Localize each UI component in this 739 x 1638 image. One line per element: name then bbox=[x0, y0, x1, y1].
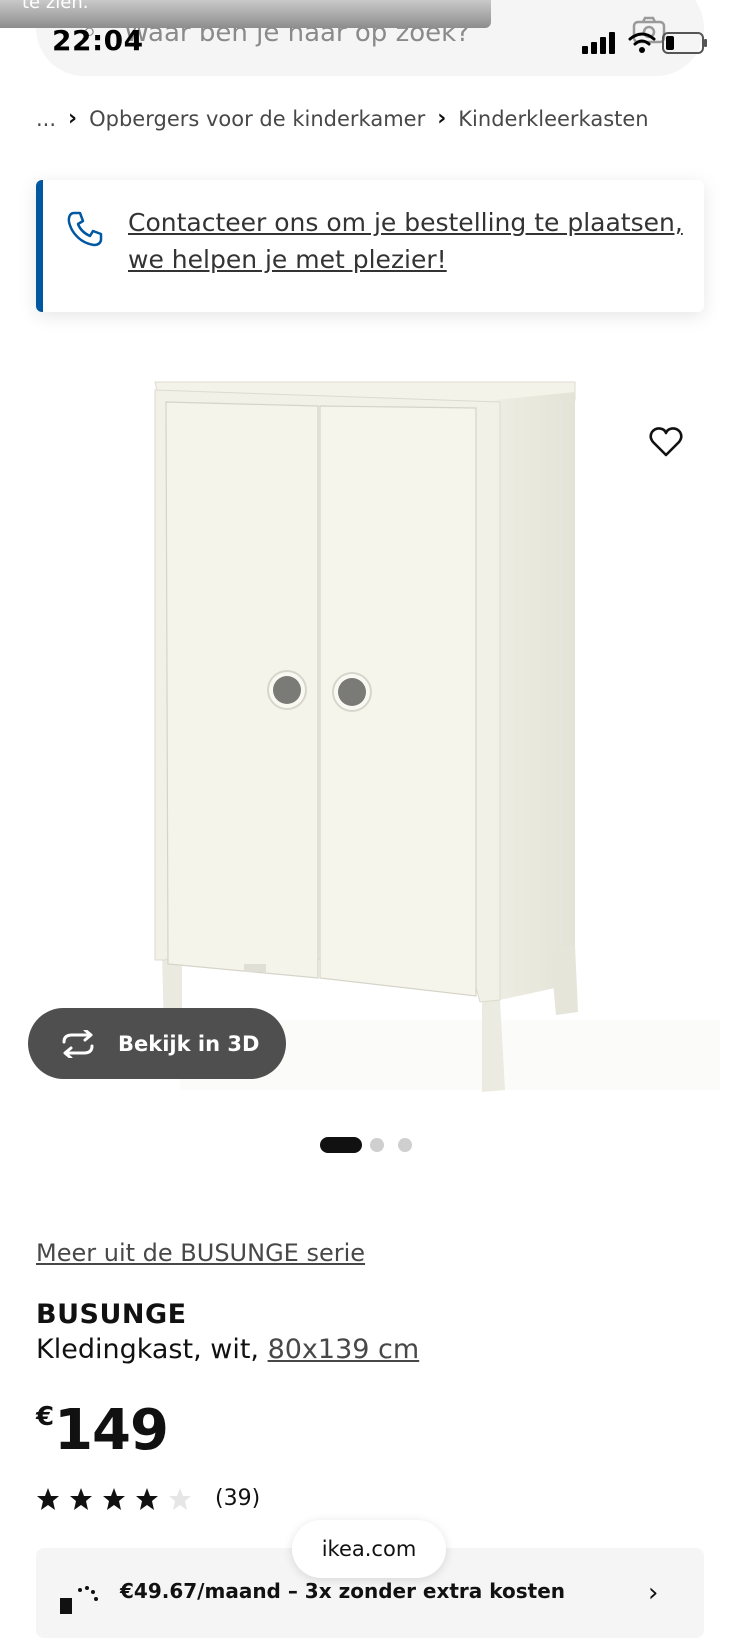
star-full-icon bbox=[70, 1487, 92, 1510]
carousel-dot[interactable] bbox=[398, 1138, 412, 1152]
toast-text: te zien. bbox=[22, 0, 89, 13]
star-full-icon bbox=[136, 1487, 158, 1510]
breadcrumb: ... › Opbergers voor de kinderkamer › Ki… bbox=[36, 106, 649, 131]
contact-banner[interactable]: Contacteer ons om je bestelling te plaat… bbox=[36, 180, 704, 312]
installment-text: €49.67/maand – 3x zonder extra kosten bbox=[120, 1579, 566, 1603]
series-link[interactable]: Meer uit de BUSUNGE serie bbox=[36, 1239, 365, 1267]
price-currency: € bbox=[36, 1402, 55, 1432]
piggy-bank-icon bbox=[60, 1586, 98, 1614]
chevron-right-icon: › bbox=[437, 106, 447, 131]
product-description: Kledingkast, wit, 80x139 cm bbox=[36, 1334, 419, 1365]
banner-accent-bar bbox=[36, 180, 43, 312]
product-type: Kledingkast, wit, bbox=[36, 1334, 268, 1365]
view-3d-label: Bekijk in 3D bbox=[118, 1031, 260, 1056]
chevron-right-icon: › bbox=[648, 1578, 659, 1608]
browser-url-pill[interactable]: ikea.com bbox=[292, 1520, 446, 1578]
star-empty-icon bbox=[169, 1487, 191, 1510]
chevron-right-icon: › bbox=[68, 106, 78, 131]
star-full-icon bbox=[37, 1487, 59, 1510]
rotate-3d-icon bbox=[62, 1029, 94, 1058]
breadcrumb-item-kids-storage[interactable]: Opbergers voor de kinderkamer bbox=[89, 107, 425, 131]
review-count[interactable]: (39) bbox=[215, 1486, 260, 1511]
status-time: 22:04 bbox=[52, 24, 144, 57]
signal-icon bbox=[582, 32, 615, 54]
wifi-icon bbox=[628, 32, 656, 53]
product-image[interactable] bbox=[0, 360, 739, 1120]
favorite-button[interactable] bbox=[636, 412, 696, 472]
carousel-dot-active[interactable] bbox=[320, 1137, 362, 1153]
battery-icon bbox=[662, 32, 707, 54]
star-full-icon bbox=[103, 1487, 125, 1510]
carousel-indicator bbox=[320, 1136, 430, 1153]
breadcrumb-item-kids-wardrobes[interactable]: Kinderkleerkasten bbox=[458, 107, 648, 131]
product-name: BUSUNGE bbox=[36, 1299, 187, 1330]
phone-icon bbox=[67, 211, 103, 247]
product-price: €149 bbox=[36, 1398, 169, 1463]
heart-icon bbox=[649, 427, 683, 457]
breadcrumb-ellipsis[interactable]: ... bbox=[36, 107, 56, 131]
product-rating[interactable]: (39) bbox=[36, 1486, 260, 1511]
product-size-link[interactable]: 80x139 cm bbox=[268, 1334, 420, 1365]
carousel-dot[interactable] bbox=[370, 1138, 384, 1152]
contact-link[interactable]: Contacteer ons om je bestelling te plaat… bbox=[128, 204, 688, 278]
price-value: 149 bbox=[54, 1398, 169, 1463]
view-3d-button[interactable]: Bekijk in 3D bbox=[28, 1008, 286, 1079]
